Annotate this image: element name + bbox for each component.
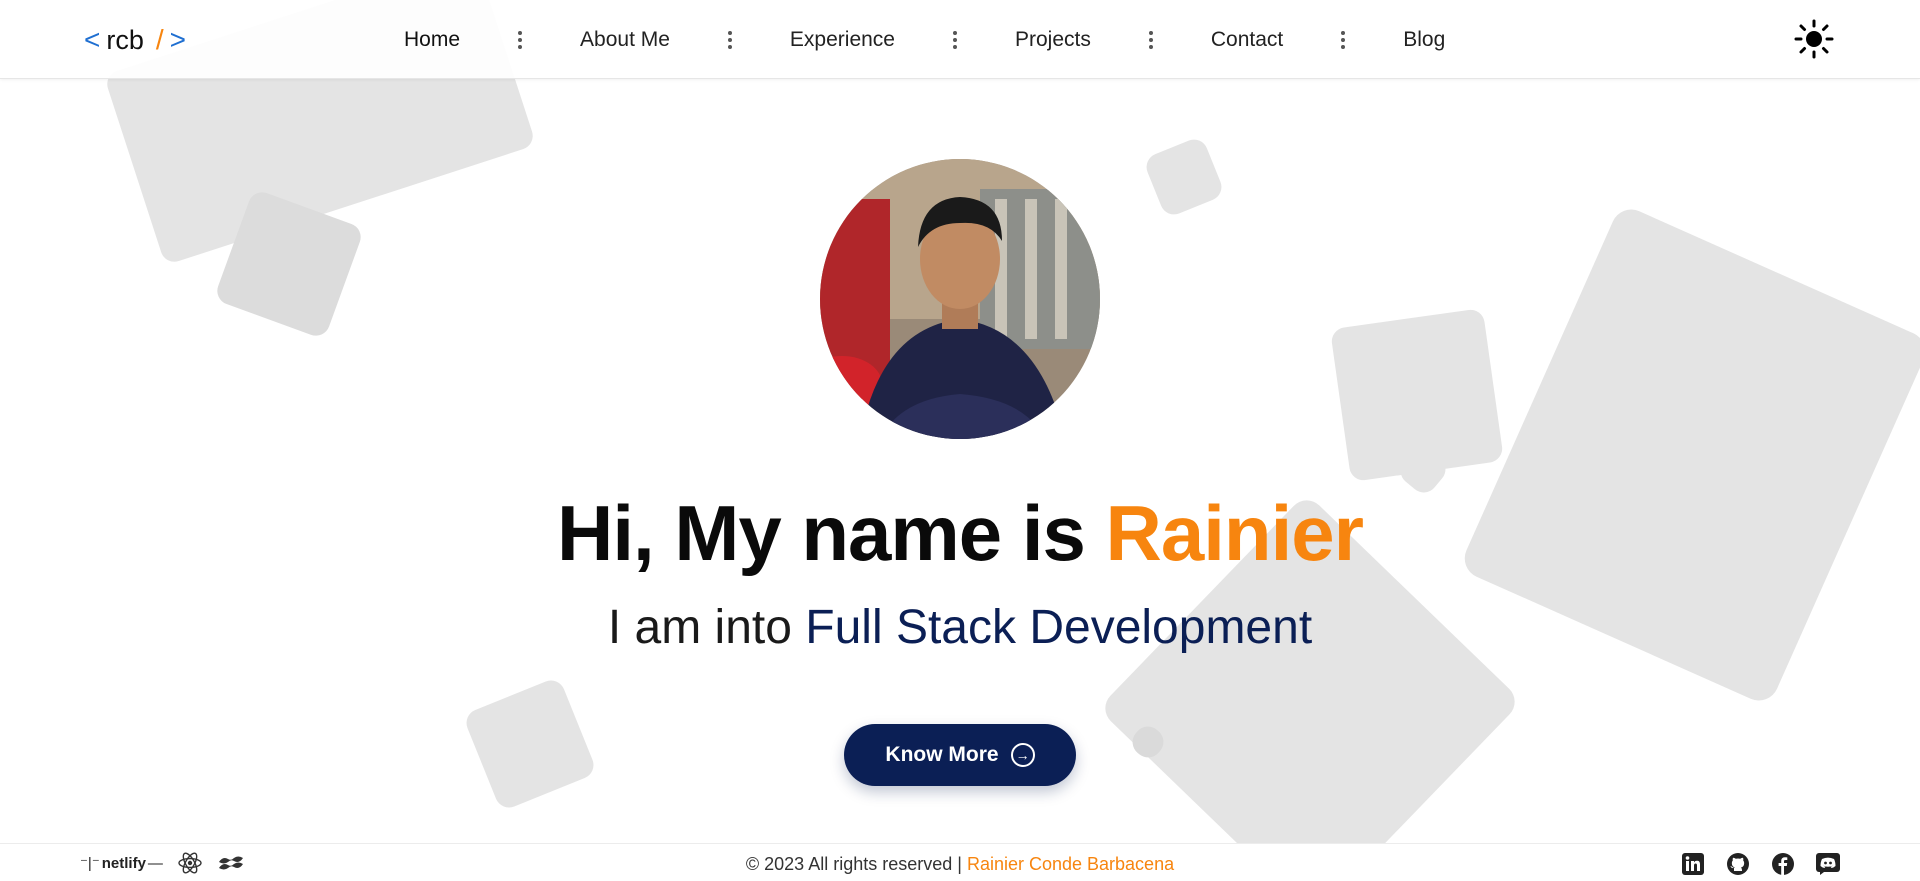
nav-separator bbox=[727, 31, 732, 49]
nav-separator bbox=[1148, 31, 1153, 49]
logo-slash: / bbox=[155, 24, 164, 55]
github-icon bbox=[1726, 852, 1749, 875]
logo-close-bracket: > bbox=[169, 24, 187, 55]
facebook-icon bbox=[1771, 852, 1794, 875]
bg-shape bbox=[462, 676, 598, 812]
linkedin-link[interactable] bbox=[1680, 851, 1705, 876]
hero-subtitle: I am into Full Stack Development bbox=[0, 600, 1920, 655]
copyright-text: © 2023 All rights reserved | bbox=[745, 854, 962, 874]
theme-toggle-button[interactable] bbox=[1794, 19, 1834, 59]
nav-about-me[interactable]: About Me bbox=[580, 28, 670, 52]
discord-icon bbox=[1815, 852, 1840, 875]
sun-icon bbox=[1794, 19, 1834, 59]
social-links bbox=[1680, 851, 1840, 876]
nav-home[interactable]: Home bbox=[404, 28, 460, 52]
logo-text: rcb bbox=[106, 24, 144, 55]
discord-link[interactable] bbox=[1815, 851, 1840, 876]
copyright: © 2023 All rights reserved | Rainier Con… bbox=[0, 854, 1920, 875]
profile-photo bbox=[820, 159, 1100, 439]
logo[interactable]: < rcb / > bbox=[84, 22, 186, 58]
linkedin-icon bbox=[1681, 852, 1704, 875]
arrow-right-circle-icon: → bbox=[1010, 743, 1035, 767]
hero-subtitle-role: Full Stack Development bbox=[805, 601, 1313, 654]
nav-separator bbox=[1341, 31, 1346, 49]
bg-shape bbox=[1142, 135, 1226, 219]
nav-experience[interactable]: Experience bbox=[790, 28, 895, 52]
nav-blog[interactable]: Blog bbox=[1403, 28, 1445, 52]
main-nav: Home About Me Experience Projects Contac… bbox=[404, 20, 1445, 60]
nav-separator bbox=[952, 31, 957, 49]
site-header: < rcb / > Home About Me Experience Proje… bbox=[0, 0, 1920, 79]
hero-heading: Hi, My name is Rainier bbox=[0, 488, 1920, 579]
logo-open-bracket: < bbox=[84, 24, 101, 55]
hero-heading-name: Rainier bbox=[1105, 489, 1364, 577]
site-footer: ⁻|⁻ netlify — © 2023 All rights reserved… bbox=[0, 843, 1920, 881]
hero-heading-prefix: Hi, My name is bbox=[557, 489, 1086, 577]
github-link[interactable] bbox=[1725, 851, 1750, 876]
know-more-button[interactable]: Know More → bbox=[844, 724, 1076, 786]
copyright-owner-link[interactable]: Rainier Conde Barbacena bbox=[967, 854, 1174, 874]
nav-contact[interactable]: Contact bbox=[1211, 28, 1283, 52]
know-more-label: Know More bbox=[885, 743, 999, 766]
facebook-link[interactable] bbox=[1770, 851, 1795, 876]
nav-projects[interactable]: Projects bbox=[1015, 28, 1091, 52]
nav-separator bbox=[518, 31, 523, 49]
hero-subtitle-prefix: I am into bbox=[607, 601, 792, 654]
